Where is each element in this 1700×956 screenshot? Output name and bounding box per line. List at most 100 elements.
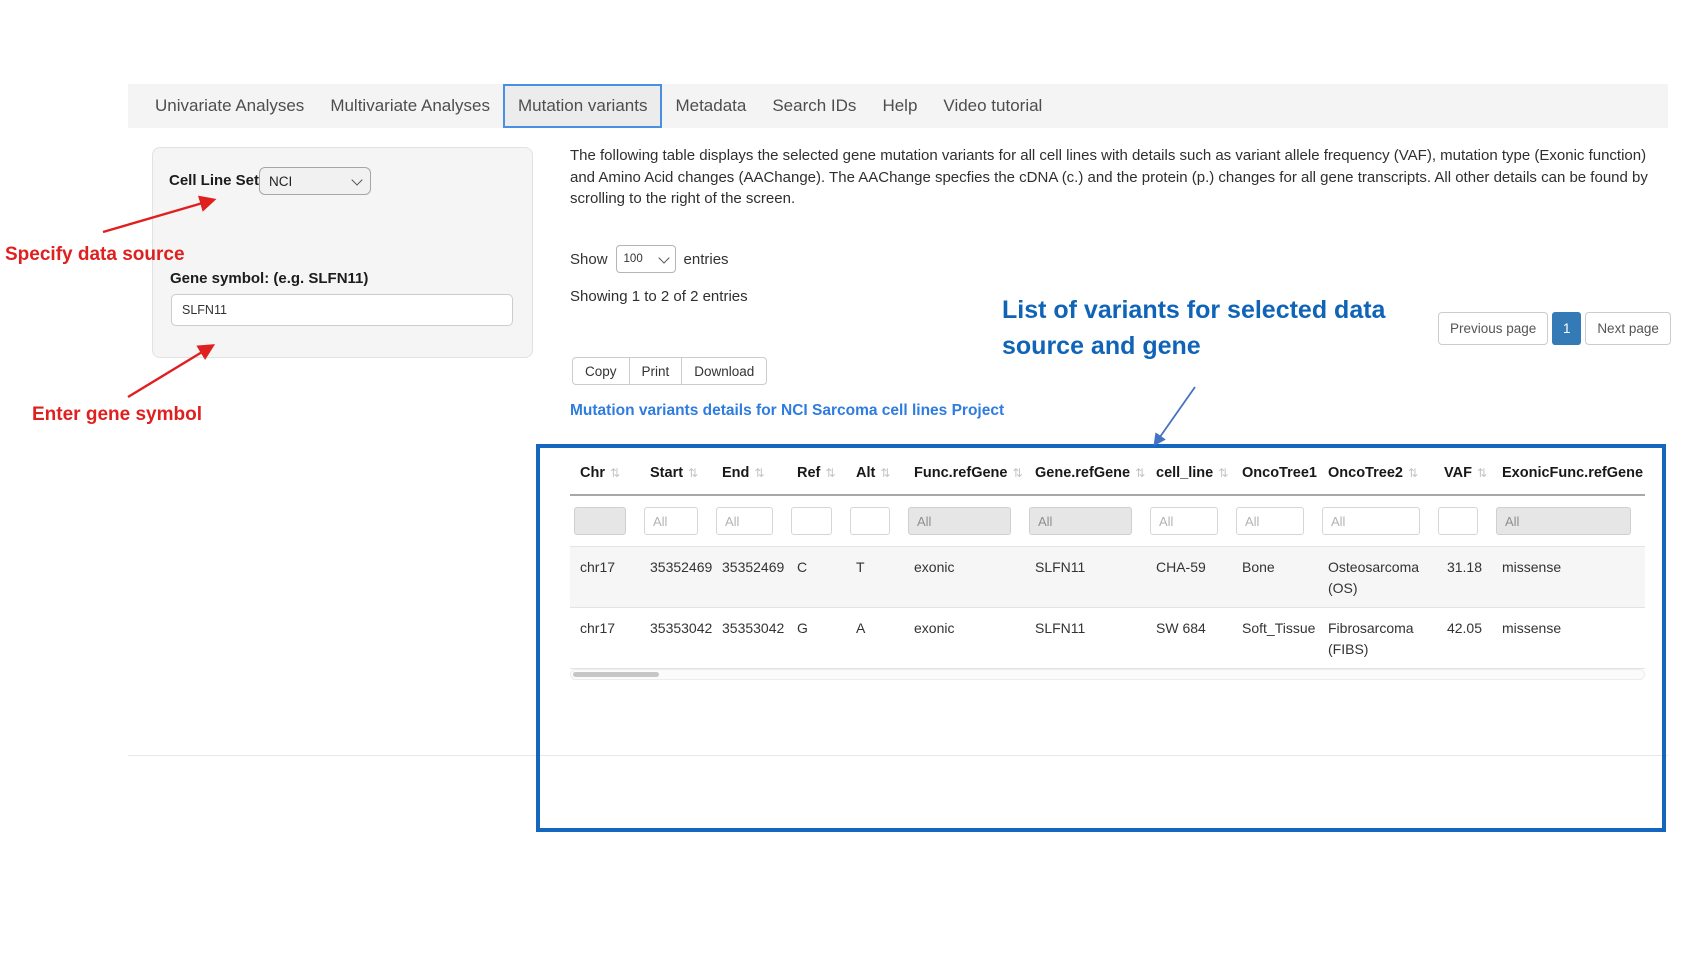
cell-vaf: 42.05	[1434, 608, 1492, 669]
cell-gene-refgene: SLFN11	[1025, 608, 1146, 669]
pagination: Previous page 1 Next page	[1438, 312, 1671, 345]
variants-table: Chr⇅Start⇅End⇅Ref⇅Alt⇅Func.refGene⇅Gene.…	[570, 452, 1645, 669]
copy-button[interactable]: Copy	[572, 357, 630, 385]
current-page-button[interactable]: 1	[1552, 312, 1581, 345]
cell-ref: C	[787, 547, 846, 608]
table-caption: Mutation variants details for NCI Sarcom…	[570, 402, 1004, 420]
scrollbar-thumb[interactable]	[573, 672, 659, 677]
sort-icon[interactable]: ⇅	[754, 466, 764, 480]
column-header-vaf[interactable]: VAF⇅	[1434, 452, 1492, 495]
horizontal-scrollbar[interactable]	[570, 669, 1645, 680]
sort-icon[interactable]: ⇅	[880, 466, 890, 480]
column-header-start[interactable]: Start⇅	[640, 452, 712, 495]
annotation-enter-gene-symbol: Enter gene symbol	[32, 404, 202, 426]
column-header-end[interactable]: End⇅	[712, 452, 787, 495]
export-button-group: CopyPrintDownload	[572, 357, 767, 385]
cell-chr: chr17	[570, 547, 640, 608]
filter-cell-line[interactable]	[1150, 507, 1218, 535]
table-row: chr173535246935352469CTexonicSLFN11CHA-5…	[570, 547, 1645, 608]
filter-cell	[1434, 495, 1492, 547]
cell-chr: chr17	[570, 608, 640, 669]
tab-search-ids[interactable]: Search IDs	[759, 84, 869, 128]
column-label: Gene.refGene	[1035, 465, 1130, 481]
column-header-exonicfunc-refgene[interactable]: ExonicFunc.refGene⇅	[1492, 452, 1645, 495]
cell-func-refgene: exonic	[904, 608, 1025, 669]
cell-start: 35352469	[640, 547, 712, 608]
cell-exonicfunc-refgene: missense	[1492, 547, 1645, 608]
gene-symbol-input[interactable]	[171, 294, 513, 326]
cell-oncotree1: Bone	[1232, 547, 1318, 608]
previous-page-button[interactable]: Previous page	[1438, 312, 1548, 345]
sort-icon[interactable]: ⇅	[688, 466, 698, 480]
gene-symbol-label: Gene symbol: (e.g. SLFN11)	[170, 270, 368, 287]
filter-cell	[1146, 495, 1232, 547]
nav-bar: Univariate AnalysesMultivariate Analyses…	[128, 84, 1668, 128]
tab-video-tutorial[interactable]: Video tutorial	[930, 84, 1055, 128]
show-label: Show	[570, 251, 608, 268]
filter-oncotree1[interactable]	[1236, 507, 1304, 535]
tab-help[interactable]: Help	[869, 84, 930, 128]
tab-metadata[interactable]: Metadata	[662, 84, 759, 128]
column-header-func-refgene[interactable]: Func.refGene ⇅	[904, 452, 1025, 495]
filter-cell: All	[904, 495, 1025, 547]
download-button[interactable]: Download	[681, 357, 767, 385]
tab-mutation-variants[interactable]: Mutation variants	[503, 84, 662, 128]
filter-func-refgene[interactable]: All	[908, 507, 1011, 535]
column-label: Func.refGene	[914, 465, 1007, 481]
filter-oncotree2[interactable]	[1322, 507, 1420, 535]
page-length-select[interactable]: 100	[616, 245, 676, 273]
filter-vaf[interactable]	[1438, 507, 1478, 535]
column-header-alt[interactable]: Alt ⇅	[846, 452, 904, 495]
mutation-variants-page: Univariate AnalysesMultivariate Analyses…	[0, 0, 1700, 956]
table-row: chr173535304235353042GAexonicSLFN11SW 68…	[570, 608, 1645, 669]
column-header-oncotree1[interactable]: OncoTree1⇅	[1232, 452, 1318, 495]
cell-func-refgene: exonic	[904, 547, 1025, 608]
sort-icon[interactable]: ⇅	[610, 466, 620, 480]
filter-ref[interactable]	[791, 507, 832, 535]
sort-icon[interactable]: ⇅	[1477, 466, 1487, 480]
filter-cell	[712, 495, 787, 547]
next-page-button[interactable]: Next page	[1585, 312, 1671, 345]
sort-icon[interactable]: ⇅	[1218, 466, 1228, 480]
chevron-down-icon	[658, 252, 669, 263]
cell-oncotree2: Fibrosarcoma (FIBS)	[1318, 608, 1434, 669]
entries-label: entries	[684, 251, 729, 268]
column-header-ref[interactable]: Ref⇅	[787, 452, 846, 495]
chevron-down-icon	[351, 174, 362, 185]
tab-multivariate-analyses[interactable]: Multivariate Analyses	[317, 84, 503, 128]
column-header-gene-refgene[interactable]: Gene.refGene ⇅	[1025, 452, 1146, 495]
cell-end: 35352469	[712, 547, 787, 608]
filter-chr[interactable]	[574, 507, 626, 535]
sort-icon[interactable]: ⇅	[1408, 466, 1418, 480]
column-label: Alt	[856, 465, 875, 481]
cell-oncotree2: Osteosarcoma (OS)	[1318, 547, 1434, 608]
sort-icon[interactable]: ⇅	[1012, 466, 1022, 480]
arrow-to-variants-table	[1155, 387, 1195, 444]
filter-gene-refgene[interactable]: All	[1029, 507, 1132, 535]
filter-start[interactable]	[644, 507, 698, 535]
filter-alt[interactable]	[850, 507, 890, 535]
filter-cell	[570, 495, 640, 547]
filter-exonicfunc-refgene[interactable]: All	[1496, 507, 1631, 535]
cell-alt: T	[846, 547, 904, 608]
column-label: OncoTree1	[1242, 465, 1317, 481]
print-button[interactable]: Print	[629, 357, 683, 385]
cell-line-set-select[interactable]: NCI	[259, 167, 371, 195]
cell-end: 35353042	[712, 608, 787, 669]
tab-univariate-analyses[interactable]: Univariate Analyses	[142, 84, 317, 128]
column-label: Chr	[580, 465, 605, 481]
column-header-oncotree2[interactable]: OncoTree2 ⇅	[1318, 452, 1434, 495]
filter-end[interactable]	[716, 507, 773, 535]
page-length-control: Show 100 entries	[570, 245, 729, 273]
annotation-specify-data-source: Specify data source	[5, 244, 185, 266]
sort-icon[interactable]: ⇅	[825, 466, 835, 480]
column-label: OncoTree2	[1328, 465, 1403, 481]
sort-icon[interactable]: ⇅	[1135, 466, 1145, 480]
column-header-chr[interactable]: Chr ⇅	[570, 452, 640, 495]
filter-cell: All	[1025, 495, 1146, 547]
cell-oncotree1: Soft_Tissue	[1232, 608, 1318, 669]
column-header-cell-line[interactable]: cell_line⇅	[1146, 452, 1232, 495]
filter-cell	[846, 495, 904, 547]
table-info: Showing 1 to 2 of 2 entries	[570, 288, 748, 305]
input-panel: Cell Line Set NCI Gene symbol: (e.g. SLF…	[152, 147, 533, 358]
